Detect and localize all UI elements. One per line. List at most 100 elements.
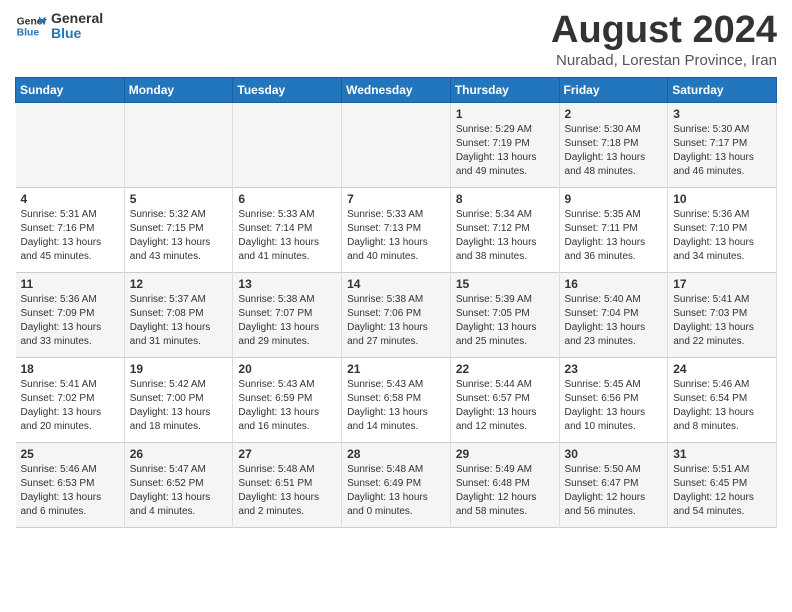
- week-row-3: 11 Sunrise: 5:36 AM Sunset: 7:09 PM Dayli…: [16, 272, 777, 357]
- cell-info: Sunrise: 5:33 AM Sunset: 7:13 PM Dayligh…: [347, 208, 445, 264]
- day-number: 20: [238, 362, 336, 376]
- cell-info: Sunrise: 5:43 AM Sunset: 6:58 PM Dayligh…: [347, 378, 445, 434]
- calendar-cell: 4 Sunrise: 5:31 AM Sunset: 7:16 PM Daylig…: [16, 187, 125, 272]
- calendar-cell: 13 Sunrise: 5:38 AM Sunset: 7:07 PM Dayli…: [233, 272, 342, 357]
- calendar-cell: 30 Sunrise: 5:50 AM Sunset: 6:47 PM Dayli…: [559, 442, 668, 527]
- day-number: 31: [673, 447, 771, 461]
- calendar-cell: 11 Sunrise: 5:36 AM Sunset: 7:09 PM Dayli…: [16, 272, 125, 357]
- day-number: 19: [130, 362, 228, 376]
- day-number: 7: [347, 192, 445, 206]
- calendar-cell: 9Sunrise: 5:35 AM Sunset: 7:11 PM Daylig…: [559, 187, 668, 272]
- cell-info: Sunrise: 5:42 AM Sunset: 7:00 PM Dayligh…: [130, 378, 228, 434]
- day-number: 2: [565, 107, 663, 121]
- day-number: 8: [456, 192, 554, 206]
- cell-info: Sunrise: 5:43 AM Sunset: 6:59 PM Dayligh…: [238, 378, 336, 434]
- day-number: 9: [565, 192, 663, 206]
- cell-info: Sunrise: 5:30 AM Sunset: 7:17 PM Dayligh…: [673, 123, 771, 179]
- calendar-cell: 23 Sunrise: 5:45 AM Sunset: 6:56 PM Dayli…: [559, 357, 668, 442]
- header-wednesday: Wednesday: [342, 77, 451, 102]
- day-number: 23: [565, 362, 663, 376]
- day-number: 24: [673, 362, 771, 376]
- calendar-cell: 20 Sunrise: 5:43 AM Sunset: 6:59 PM Dayli…: [233, 357, 342, 442]
- day-number: 4: [21, 192, 119, 206]
- cell-info: Sunrise: 5:48 AM Sunset: 6:49 PM Dayligh…: [347, 463, 445, 519]
- calendar-cell: 22Sunrise: 5:44 AM Sunset: 6:57 PM Dayli…: [450, 357, 559, 442]
- logo-icon: General Blue: [15, 10, 47, 42]
- day-number: 10: [673, 192, 771, 206]
- cell-info: Sunrise: 5:50 AM Sunset: 6:47 PM Dayligh…: [565, 463, 663, 519]
- calendar-cell: 1Sunrise: 5:29 AM Sunset: 7:19 PM Daylig…: [450, 102, 559, 187]
- calendar-body: 1Sunrise: 5:29 AM Sunset: 7:19 PM Daylig…: [16, 102, 777, 527]
- cell-info: Sunrise: 5:38 AM Sunset: 7:07 PM Dayligh…: [238, 293, 336, 349]
- month-title: August 2024: [551, 10, 777, 52]
- cell-info: Sunrise: 5:32 AM Sunset: 7:15 PM Dayligh…: [130, 208, 228, 264]
- cell-info: Sunrise: 5:36 AM Sunset: 7:09 PM Dayligh…: [21, 293, 119, 349]
- calendar-cell: 18 Sunrise: 5:41 AM Sunset: 7:02 PM Dayli…: [16, 357, 125, 442]
- calendar-cell: 21 Sunrise: 5:43 AM Sunset: 6:58 PM Dayli…: [342, 357, 451, 442]
- day-number: 17: [673, 277, 771, 291]
- day-number: 21: [347, 362, 445, 376]
- cell-info: Sunrise: 5:44 AM Sunset: 6:57 PM Dayligh…: [456, 378, 554, 434]
- day-number: 3: [673, 107, 771, 121]
- header-friday: Friday: [559, 77, 668, 102]
- svg-text:Blue: Blue: [17, 28, 40, 39]
- calendar-table: SundayMondayTuesdayWednesdayThursdayFrid…: [15, 77, 777, 528]
- header-sunday: Sunday: [16, 77, 125, 102]
- calendar-cell: [124, 102, 233, 187]
- calendar-cell: 6 Sunrise: 5:33 AM Sunset: 7:14 PM Daylig…: [233, 187, 342, 272]
- calendar-cell: 5 Sunrise: 5:32 AM Sunset: 7:15 PM Daylig…: [124, 187, 233, 272]
- cell-info: Sunrise: 5:40 AM Sunset: 7:04 PM Dayligh…: [565, 293, 663, 349]
- calendar-cell: 3 Sunrise: 5:30 AM Sunset: 7:17 PM Daylig…: [668, 102, 777, 187]
- day-number: 12: [130, 277, 228, 291]
- title-area: August 2024 Nurabad, Lorestan Province, …: [551, 10, 777, 69]
- cell-info: Sunrise: 5:39 AM Sunset: 7:05 PM Dayligh…: [456, 293, 554, 349]
- calendar-cell: 16 Sunrise: 5:40 AM Sunset: 7:04 PM Dayli…: [559, 272, 668, 357]
- cell-info: Sunrise: 5:46 AM Sunset: 6:53 PM Dayligh…: [21, 463, 119, 519]
- header: General Blue General Blue August 2024 Nu…: [15, 10, 777, 69]
- calendar-cell: 10Sunrise: 5:36 AM Sunset: 7:10 PM Dayli…: [668, 187, 777, 272]
- day-number: 13: [238, 277, 336, 291]
- day-number: 1: [456, 107, 554, 121]
- week-row-2: 4 Sunrise: 5:31 AM Sunset: 7:16 PM Daylig…: [16, 187, 777, 272]
- week-row-1: 1Sunrise: 5:29 AM Sunset: 7:19 PM Daylig…: [16, 102, 777, 187]
- calendar-cell: 15 Sunrise: 5:39 AM Sunset: 7:05 PM Dayli…: [450, 272, 559, 357]
- location-subtitle: Nurabad, Lorestan Province, Iran: [551, 52, 777, 69]
- day-number: 11: [21, 277, 119, 291]
- cell-info: Sunrise: 5:30 AM Sunset: 7:18 PM Dayligh…: [565, 123, 663, 179]
- day-number: 29: [456, 447, 554, 461]
- calendar-cell: 7 Sunrise: 5:33 AM Sunset: 7:13 PM Daylig…: [342, 187, 451, 272]
- day-number: 5: [130, 192, 228, 206]
- header-thursday: Thursday: [450, 77, 559, 102]
- cell-info: Sunrise: 5:41 AM Sunset: 7:03 PM Dayligh…: [673, 293, 771, 349]
- cell-info: Sunrise: 5:45 AM Sunset: 6:56 PM Dayligh…: [565, 378, 663, 434]
- day-number: 27: [238, 447, 336, 461]
- header-row: SundayMondayTuesdayWednesdayThursdayFrid…: [16, 77, 777, 102]
- cell-info: Sunrise: 5:41 AM Sunset: 7:02 PM Dayligh…: [21, 378, 119, 434]
- calendar-header: SundayMondayTuesdayWednesdayThursdayFrid…: [16, 77, 777, 102]
- logo: General Blue General Blue: [15, 10, 103, 42]
- cell-info: Sunrise: 5:34 AM Sunset: 7:12 PM Dayligh…: [456, 208, 554, 264]
- cell-info: Sunrise: 5:47 AM Sunset: 6:52 PM Dayligh…: [130, 463, 228, 519]
- calendar-cell: 26Sunrise: 5:47 AM Sunset: 6:52 PM Dayli…: [124, 442, 233, 527]
- day-number: 30: [565, 447, 663, 461]
- cell-info: Sunrise: 5:37 AM Sunset: 7:08 PM Dayligh…: [130, 293, 228, 349]
- cell-info: Sunrise: 5:49 AM Sunset: 6:48 PM Dayligh…: [456, 463, 554, 519]
- header-monday: Monday: [124, 77, 233, 102]
- calendar-cell: 8 Sunrise: 5:34 AM Sunset: 7:12 PM Daylig…: [450, 187, 559, 272]
- day-number: 15: [456, 277, 554, 291]
- calendar-cell: [233, 102, 342, 187]
- logo-text: General Blue: [51, 11, 103, 42]
- week-row-4: 18 Sunrise: 5:41 AM Sunset: 7:02 PM Dayli…: [16, 357, 777, 442]
- cell-info: Sunrise: 5:51 AM Sunset: 6:45 PM Dayligh…: [673, 463, 771, 519]
- calendar-cell: 12 Sunrise: 5:37 AM Sunset: 7:08 PM Dayli…: [124, 272, 233, 357]
- day-number: 6: [238, 192, 336, 206]
- day-number: 18: [21, 362, 119, 376]
- calendar-cell: 31 Sunrise: 5:51 AM Sunset: 6:45 PM Dayli…: [668, 442, 777, 527]
- cell-info: Sunrise: 5:31 AM Sunset: 7:16 PM Dayligh…: [21, 208, 119, 264]
- week-row-5: 25Sunrise: 5:46 AM Sunset: 6:53 PM Dayli…: [16, 442, 777, 527]
- cell-info: Sunrise: 5:33 AM Sunset: 7:14 PM Dayligh…: [238, 208, 336, 264]
- header-saturday: Saturday: [668, 77, 777, 102]
- calendar-cell: 25Sunrise: 5:46 AM Sunset: 6:53 PM Dayli…: [16, 442, 125, 527]
- day-number: 16: [565, 277, 663, 291]
- calendar-cell: 27Sunrise: 5:48 AM Sunset: 6:51 PM Dayli…: [233, 442, 342, 527]
